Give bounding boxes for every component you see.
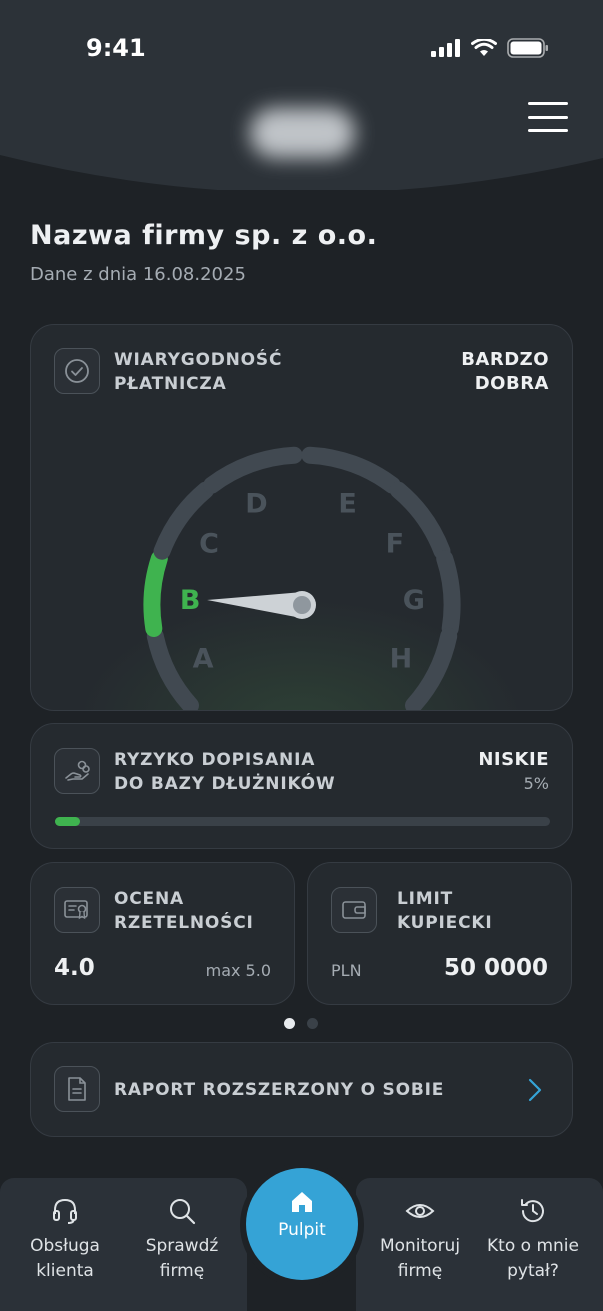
card-pager [284, 1018, 318, 1029]
battery-icon [507, 38, 548, 58]
gauge-label-a: A [193, 644, 214, 675]
limit-value: 50 0000 [443, 955, 548, 981]
headset-icon [53, 1198, 77, 1224]
extended-report-button[interactable]: RAPORT ROZSZERZONY O SOBIE [30, 1042, 573, 1137]
cellular-signal-icon [431, 39, 460, 57]
gauge-segment-b [143, 550, 168, 637]
gauge-hub-center [293, 596, 311, 614]
company-name: Nazwa firmy sp. z o.o. [30, 220, 378, 251]
risk-progress-fill [55, 817, 80, 826]
rating-max: max 5.0 [205, 961, 271, 980]
data-date-label: Dane z dnia 16.08.2025 [30, 264, 246, 285]
gauge-segment-e [301, 446, 401, 494]
app-logo [250, 108, 355, 158]
tab-support-line2: klienta [36, 1261, 94, 1281]
tab-monitor-line2: firmę [397, 1261, 443, 1281]
home-icon [292, 1192, 312, 1212]
rating-title: OCENA RZETELNOŚCI [114, 889, 254, 933]
risk-progress-bar [55, 817, 550, 826]
status-time: 9:41 [86, 34, 146, 62]
tab-history-line2: pytał? [507, 1261, 559, 1281]
tab-history-line1: Kto o mnie [487, 1236, 579, 1256]
gauge-label-d: D [245, 489, 267, 520]
gauge-label-c: C [199, 528, 219, 559]
gauge-segment-a [146, 627, 199, 710]
gauge-label-g: G [403, 585, 425, 616]
tab-check-line1: Sprawdź [145, 1236, 219, 1256]
tab-who-asked[interactable]: Kto o mnie pytał? [478, 1196, 588, 1284]
eye-icon [405, 1204, 435, 1218]
status-icons [431, 38, 549, 58]
hand-coins-icon [54, 748, 100, 794]
limit-title: LIMIT KUPIECKI [397, 889, 493, 933]
limit-currency: PLN [331, 961, 362, 980]
payment-credibility-card[interactable]: WIARYGODNOŚĆ PŁATNICZA BARDZO DOBRA ABCD… [30, 324, 573, 711]
debtor-risk-card[interactable]: RYZYKO DOPISANIA DO BAZY DŁUŻNIKÓW NISKI… [30, 723, 573, 849]
risk-title: RYZYKO DOPISANIA DO BAZY DŁUŻNIKÓW [114, 750, 336, 794]
report-label: RAPORT ROZSZERZONY O SOBIE [114, 1080, 445, 1100]
hamburger-menu-icon[interactable] [528, 102, 568, 132]
history-icon [521, 1199, 544, 1223]
gauge-label-b: B [180, 585, 201, 616]
tab-dashboard-home[interactable]: Pulpit [246, 1168, 358, 1280]
reliability-rating-card[interactable]: OCENA RZETELNOŚCI 4.0 max 5.0 [30, 862, 295, 1005]
gauge-segment-d [203, 446, 303, 494]
tab-home-label: Pulpit [278, 1220, 326, 1240]
gauge-segment-h [405, 627, 458, 710]
pager-dot-active[interactable] [284, 1018, 295, 1029]
chevron-right-icon [528, 1078, 542, 1102]
gauge-segment-f [389, 481, 451, 560]
tab-support-line1: Obsługa [30, 1236, 100, 1256]
tab-customer-service[interactable]: Obsługa klienta [10, 1196, 120, 1284]
gauge-label-f: F [386, 528, 404, 559]
gauge-label-h: H [390, 644, 413, 675]
certificate-icon [54, 887, 100, 933]
wifi-icon [471, 39, 497, 56]
gauge-label-e: E [338, 489, 356, 520]
tab-monitor-line1: Monitoruj [379, 1236, 461, 1256]
document-icon [54, 1066, 100, 1112]
tab-monitor-company[interactable]: Monitoruj firmę [365, 1196, 475, 1284]
credibility-gauge: ABCD EFGH [143, 446, 461, 710]
pager-dot[interactable] [307, 1018, 318, 1029]
search-icon [170, 1199, 196, 1225]
risk-percent: 5% [523, 774, 549, 793]
rating-value: 4.0 [54, 955, 95, 981]
tab-check-line2: firmę [159, 1261, 205, 1281]
gauge-segment-g [436, 550, 461, 637]
wallet-icon [331, 887, 377, 933]
status-bar: 9:41 [0, 0, 603, 90]
tab-check-company[interactable]: Sprawdź firmę [127, 1196, 237, 1284]
merchant-limit-card[interactable]: LIMIT KUPIECKI PLN 50 0000 [307, 862, 572, 1005]
risk-value: NISKIE [478, 749, 549, 770]
